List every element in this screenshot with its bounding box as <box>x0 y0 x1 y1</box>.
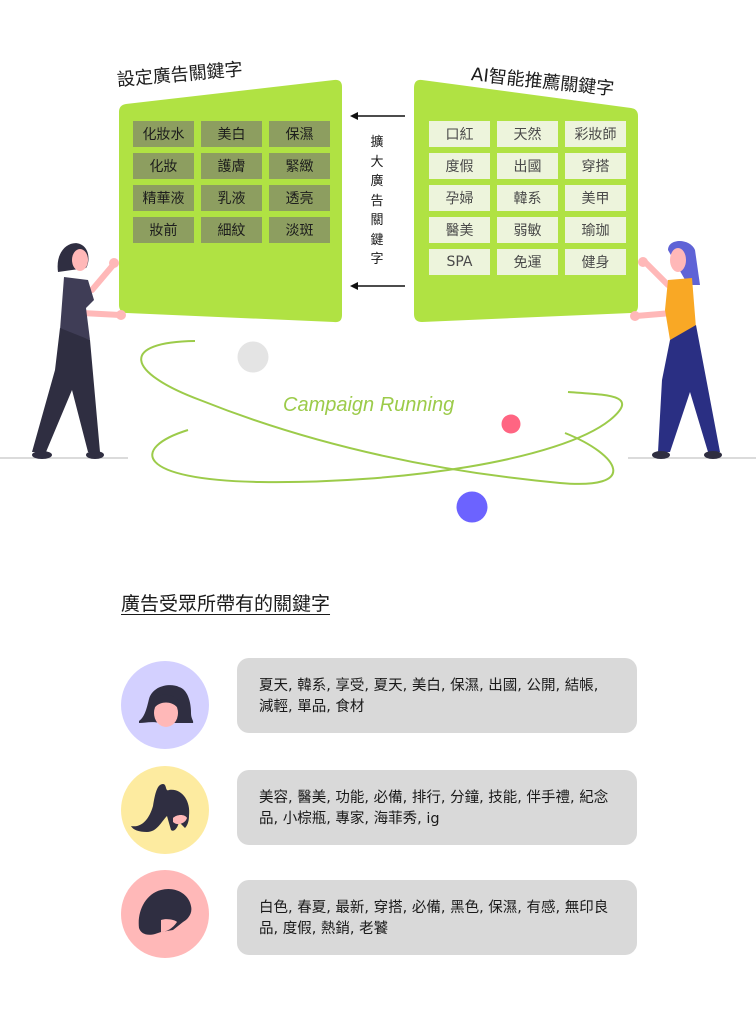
set-keyword-tile: 細紋 <box>201 217 262 243</box>
ai-keyword-tile: 健身 <box>565 249 626 275</box>
set-keyword-tile: 妝前 <box>133 217 194 243</box>
campaign-running-label: Campaign Running <box>283 394 455 416</box>
ai-keyword-tile: 瑜珈 <box>565 217 626 243</box>
ai-keyword-tile: 度假 <box>429 153 490 179</box>
arrow-left-icon <box>350 282 405 290</box>
avatar <box>121 766 209 854</box>
ai-keyword-tile: SPA <box>429 249 490 275</box>
keywords-bubble: 白色, 春夏, 最新, 穿搭, 必備, 黑色, 保濕, 有感, 無印良品, 度假… <box>237 880 637 955</box>
avatar <box>121 870 209 958</box>
right-person-figure <box>630 241 722 459</box>
keywords-bubble: 夏天, 韓系, 享受, 夏天, 美白, 保濕, 出國, 公開, 結帳, 減輕, … <box>237 658 637 733</box>
ai-keyword-tile: 免運 <box>497 249 558 275</box>
ai-keyword-tile: 天然 <box>497 121 558 147</box>
pink-dot <box>501 414 521 434</box>
set-keyword-tile: 保濕 <box>269 121 330 147</box>
expand-keywords-label: 擴大廣告關鍵字 <box>370 135 384 267</box>
set-keywords-grid: 化妝水 美白 保濕化妝 護膚 緊緻精華液 乳液 透亮妝前 細紋 淡斑 <box>133 121 330 243</box>
blue-dot <box>456 491 488 523</box>
arrow-left-icon <box>350 112 405 120</box>
ai-keyword-tile: 口紅 <box>429 121 490 147</box>
user-bob-hair-icon <box>138 888 192 935</box>
ai-keyword-tile: 穿搭 <box>565 153 626 179</box>
audience-row: 美容, 醫美, 功能, 必備, 排行, 分鐘, 技能, 伴手禮, 紀念品, 小棕… <box>121 766 641 854</box>
set-keyword-tile: 化妝水 <box>133 121 194 147</box>
keywords-bubble: 美容, 醫美, 功能, 必備, 排行, 分鐘, 技能, 伴手禮, 紀念品, 小棕… <box>237 770 637 845</box>
audience-row: 夏天, 韓系, 享受, 夏天, 美白, 保濕, 出國, 公開, 結帳, 減輕, … <box>121 658 641 749</box>
ai-keyword-tile: 孕婦 <box>429 185 490 211</box>
set-keyword-tile: 緊緻 <box>269 153 330 179</box>
set-keyword-tile: 乳液 <box>201 185 262 211</box>
set-keyword-tile: 精華液 <box>133 185 194 211</box>
set-keyword-tile: 化妝 <box>133 153 194 179</box>
audience-keywords-title: 廣告受眾所帶有的關鍵字 <box>121 593 331 615</box>
gray-dot <box>237 341 269 373</box>
set-keyword-tile: 美白 <box>201 121 262 147</box>
ai-keywords-grid: 口紅 天然 彩妝師度假 出國 穿搭孕婦 韓系 美甲醫美 弱敏 瑜珈 SPA 免運 健身 <box>429 121 626 275</box>
set-keyword-tile: 護膚 <box>201 153 262 179</box>
avatar <box>121 661 209 749</box>
user-short-hair-icon <box>139 685 194 727</box>
ai-keyword-tile: 弱敏 <box>497 217 558 243</box>
ai-keyword-tile: 醫美 <box>429 217 490 243</box>
user-ponytail-icon <box>131 784 190 832</box>
ai-keyword-tile: 出國 <box>497 153 558 179</box>
set-keyword-tile: 淡斑 <box>269 217 330 243</box>
ai-keyword-tile: 美甲 <box>565 185 626 211</box>
ai-keyword-tile: 彩妝師 <box>565 121 626 147</box>
ai-keyword-tile: 韓系 <box>497 185 558 211</box>
audience-row: 白色, 春夏, 最新, 穿搭, 必備, 黑色, 保濕, 有感, 無印良品, 度假… <box>121 870 641 958</box>
set-keyword-tile: 透亮 <box>269 185 330 211</box>
left-person-figure <box>32 243 126 459</box>
